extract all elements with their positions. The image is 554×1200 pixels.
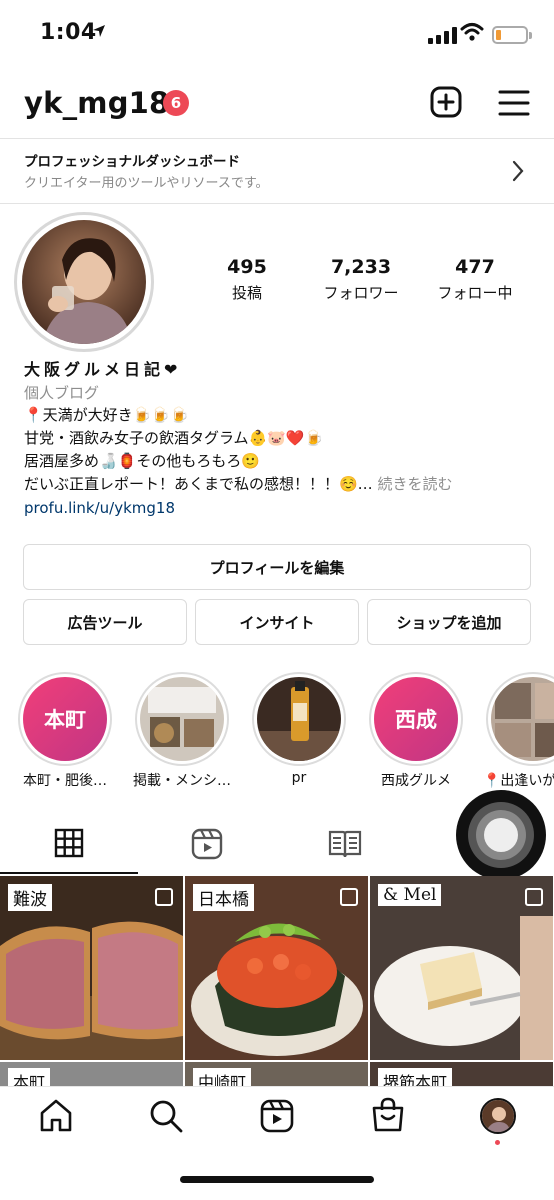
cellular-signal-icon <box>428 26 457 44</box>
profile-bio: 大阪グルメ日記❤ 個人ブログ 📍天満が大好き🍺🍺🍺 甘党・酒飲み女子の飲酒タグラ… <box>24 358 544 520</box>
professional-dashboard-banner[interactable] <box>0 138 554 204</box>
grid-post[interactable]: 中崎町 <box>185 1062 368 1086</box>
status-time: 1:04 <box>40 20 97 45</box>
wifi-icon <box>460 23 484 41</box>
posts-count[interactable]: 495 投稿 <box>192 256 302 303</box>
assistive-touch-button[interactable] <box>456 790 546 880</box>
grid-post[interactable]: 難波 <box>0 876 183 1060</box>
profile-link[interactable]: profu.link/u/ykmg18 <box>24 496 544 520</box>
dashboard-title: プロフェッショナルダッシュボード <box>24 154 240 170</box>
post-location-tag: 難波 <box>8 884 52 911</box>
highlight-cover-image <box>140 677 224 761</box>
story-highlight[interactable]: 本町 <box>18 672 112 766</box>
post-location-tag: 中崎町 <box>193 1068 252 1086</box>
highlight-cover-image <box>491 677 554 761</box>
highlight-cover: 西成 <box>374 677 458 761</box>
active-tab-indicator <box>0 872 138 874</box>
following-count-value: 477 <box>455 256 495 278</box>
post-location-tag: 堺筋本町 <box>378 1068 453 1086</box>
bio-line: 居酒屋多め🍶🏮その他もろもろ🙂 <box>24 452 261 470</box>
profile-username[interactable]: yk_mg18 <box>24 86 169 120</box>
read-more-link[interactable]: 続きを読む <box>377 475 452 493</box>
story-highlight[interactable] <box>486 672 554 766</box>
shop-icon[interactable] <box>370 1096 406 1134</box>
status-bar: 1:04 <box>0 0 554 70</box>
following-count-label: フォロー中 <box>437 284 513 302</box>
notification-badge: 6 <box>163 90 189 116</box>
grid-post[interactable]: 日本橋 <box>185 876 368 1060</box>
profile-avatar-nav[interactable] <box>480 1098 516 1134</box>
bio-line: 甘党・酒飲み女子の飲酒タグラム👶🐷❤️🍺 <box>24 429 324 447</box>
story-highlight[interactable] <box>252 672 346 766</box>
highlight-label: 本町・肥後… <box>23 773 107 789</box>
followers-count-label: フォロワー <box>323 284 399 302</box>
chevron-right-icon <box>512 160 524 182</box>
insights-button[interactable]: インサイト <box>195 599 359 645</box>
followers-count-value: 7,233 <box>330 256 392 278</box>
bio-line: だいぶ正直レポート！あくまで私の感想！！！☺️… <box>24 475 373 493</box>
hamburger-menu-icon[interactable] <box>498 88 530 118</box>
home-indicator <box>180 1176 374 1183</box>
bio-line-with-more: だいぶ正直レポート！あくまで私の感想！！！☺️… 続きを読む <box>24 473 544 496</box>
reels-nav-icon[interactable] <box>259 1098 295 1134</box>
highlight-label: 掲載・メンシ… <box>133 773 231 789</box>
grid-post[interactable]: & Mel <box>370 876 553 1060</box>
profile-avatar[interactable] <box>22 220 146 344</box>
add-post-icon[interactable] <box>430 86 462 118</box>
home-icon[interactable] <box>38 1098 74 1134</box>
carousel-icon <box>340 888 358 906</box>
highlight-label: 📍出逢いが <box>483 773 554 789</box>
ad-tools-button[interactable]: 広告ツール <box>23 599 187 645</box>
guide-icon[interactable] <box>328 828 362 860</box>
battery-icon <box>492 26 532 44</box>
search-icon[interactable] <box>148 1098 184 1134</box>
display-name: 大阪グルメ日記❤ <box>24 360 182 379</box>
highlight-label: pr <box>291 770 307 786</box>
edit-profile-button[interactable]: プロフィールを編集 <box>23 544 531 590</box>
grid-icon[interactable] <box>54 828 84 858</box>
grid-post[interactable]: 堺筋本町 <box>370 1062 553 1086</box>
post-location-tag: 本町 <box>8 1068 51 1086</box>
reels-icon[interactable] <box>191 828 223 860</box>
following-count[interactable]: 477 フォロー中 <box>420 256 530 303</box>
post-location-tag: & Mel <box>378 884 442 906</box>
followers-count[interactable]: 7,233 フォロワー <box>306 256 416 303</box>
highlight-cover-image <box>257 677 341 761</box>
posts-count-label: 投稿 <box>231 284 262 302</box>
post-location-tag: 日本橋 <box>193 884 254 911</box>
carousel-icon <box>155 888 173 906</box>
story-highlight[interactable] <box>135 672 229 766</box>
bio-line: 📍天満が大好き🍺🍺🍺 <box>24 406 189 424</box>
location-arrow-icon <box>93 25 105 37</box>
add-shop-button[interactable]: ショップを追加 <box>367 599 531 645</box>
highlight-cover: 本町 <box>23 677 107 761</box>
carousel-icon <box>525 888 543 906</box>
grid-post[interactable]: 本町 <box>0 1062 183 1086</box>
profile-category: 個人ブログ <box>24 384 100 402</box>
highlight-label: 西成グルメ <box>381 773 451 789</box>
dashboard-subtitle: クリエイター用のツールやリソースです。 <box>24 176 269 191</box>
posts-count-value: 495 <box>227 256 267 278</box>
activity-dot <box>495 1140 500 1145</box>
story-highlight[interactable]: 西成 <box>369 672 463 766</box>
